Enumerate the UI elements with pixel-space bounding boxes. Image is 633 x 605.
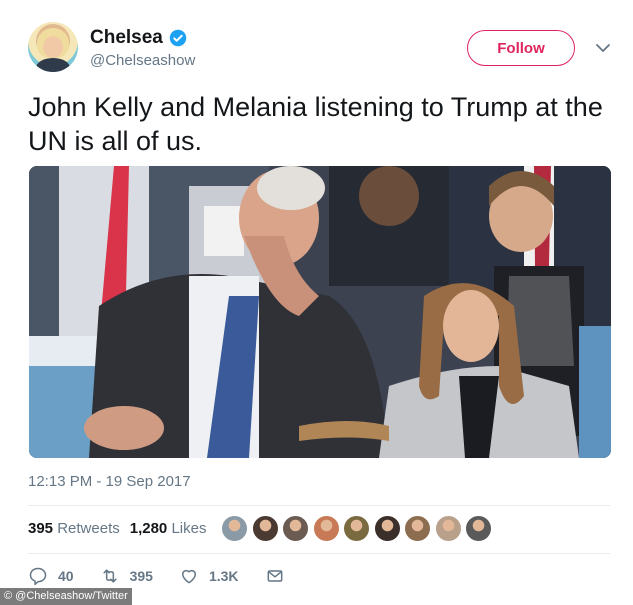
reply-count: 40: [58, 568, 74, 584]
chevron-down-icon[interactable]: [595, 40, 611, 56]
retweets-stat[interactable]: 395 Retweets: [28, 520, 120, 537]
heart-icon: [181, 569, 196, 584]
photo-illustration: [29, 166, 611, 458]
follow-button[interactable]: Follow: [467, 30, 575, 66]
tweet-actions: 40 395 1.3K: [28, 566, 321, 586]
tweet-card: Chelsea @Chelseashow Follow John Kelly a…: [0, 0, 633, 605]
liker-avatar[interactable]: [373, 515, 401, 542]
liker-avatar[interactable]: [404, 515, 431, 542]
likes-label: Likes: [171, 520, 207, 537]
liker-avatar[interactable]: [282, 515, 309, 542]
retweet-button[interactable]: 395: [100, 566, 153, 586]
avatar-face: [43, 36, 63, 58]
retweets-label: Retweets: [57, 520, 120, 537]
liker-avatar[interactable]: [251, 515, 279, 542]
liker-avatar[interactable]: [434, 515, 462, 542]
retweets-count: 395: [28, 520, 54, 537]
likes-count: 1,280: [129, 520, 168, 537]
user-handle[interactable]: @Chelseashow: [90, 52, 195, 69]
likes-stat[interactable]: 1,280 Likes: [130, 520, 207, 537]
like-count: 1.3K: [208, 568, 239, 584]
direct-message-button[interactable]: [265, 566, 295, 586]
liker-avatar[interactable]: [343, 515, 370, 542]
retweet-count: 395: [129, 568, 153, 584]
avatar[interactable]: [28, 22, 78, 72]
tweet-photo[interactable]: [29, 166, 611, 458]
display-name[interactable]: Chelsea: [90, 27, 163, 49]
verified-badge-icon: [169, 29, 187, 47]
tweet-stats: 395 Retweets 1,280 Likes: [28, 520, 216, 537]
envelope-icon: [267, 570, 282, 582]
tweet-timestamp[interactable]: 12:13 PM - 19 Sep 2017: [28, 473, 191, 490]
liker-avatar[interactable]: [312, 515, 340, 542]
liker-avatars: [221, 515, 496, 542]
divider: [28, 553, 610, 554]
reply-icon: [29, 567, 47, 586]
name-row[interactable]: Chelsea: [90, 27, 187, 49]
liker-avatar[interactable]: [221, 515, 248, 542]
photo-credit: © @Chelseashow/Twitter: [0, 588, 132, 605]
tweet-header: Chelsea @Chelseashow Follow: [28, 22, 618, 78]
retweet-icon: [102, 569, 117, 583]
divider: [28, 505, 610, 506]
reply-button[interactable]: 40: [28, 566, 74, 586]
avatar-body: [36, 58, 70, 72]
liker-avatar[interactable]: [465, 515, 492, 542]
tweet-text: John Kelly and Melania listening to Trum…: [28, 92, 603, 156]
like-button[interactable]: 1.3K: [179, 566, 239, 586]
